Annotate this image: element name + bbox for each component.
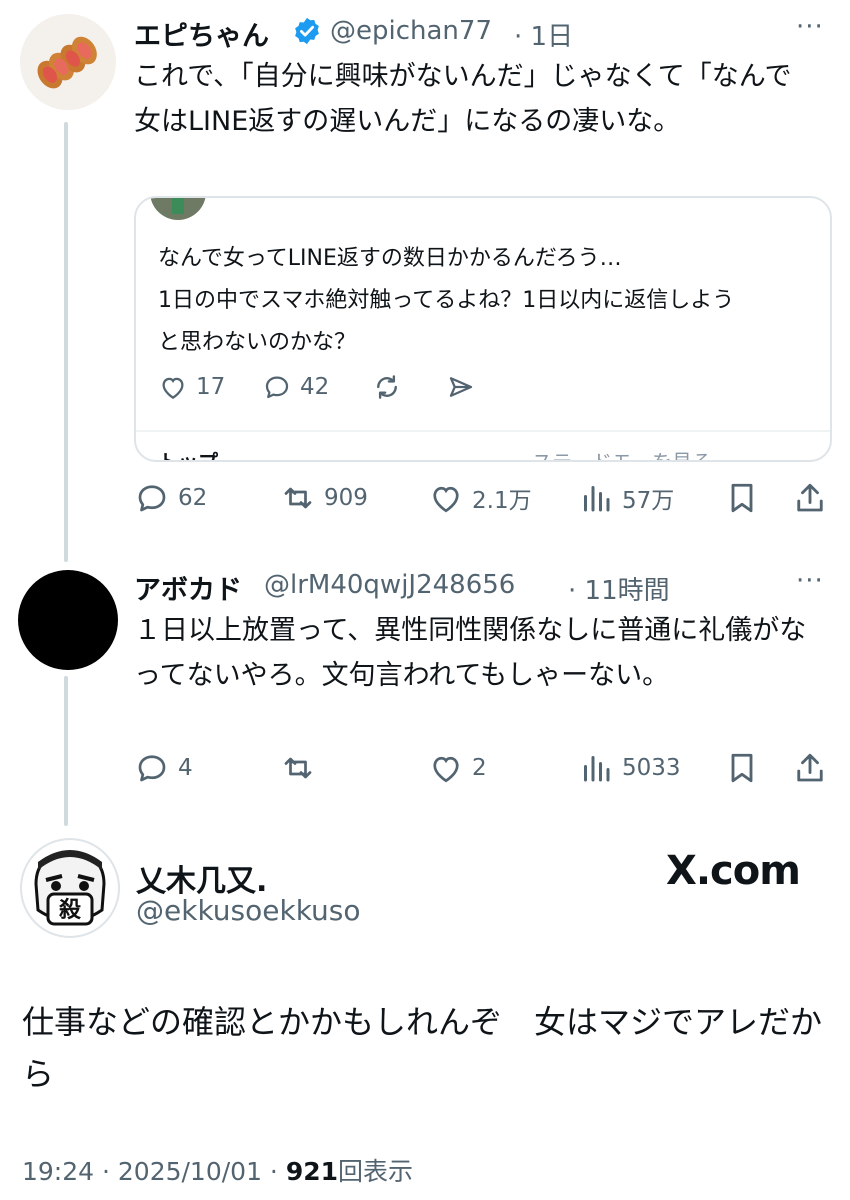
post-time[interactable]: · 1日 <box>514 16 573 53</box>
reply-icon <box>138 755 166 782</box>
bookmark-button[interactable] <box>724 750 760 786</box>
repost-icon <box>284 757 312 779</box>
reply-button[interactable]: 4 <box>134 750 193 786</box>
bread-avatar-icon <box>20 14 116 110</box>
share-icon <box>797 753 823 782</box>
thread-line-1 <box>64 122 68 562</box>
more-options-icon[interactable]: ··· <box>796 566 824 596</box>
bookmark-icon <box>731 753 753 783</box>
refresh-icon <box>377 375 397 399</box>
quoted-post-card[interactable]: なんで女ってLINE返すの数日かかるんだろう… 1日の中でスマホ絶対触ってるよね… <box>134 196 832 462</box>
like-button[interactable]: 2.1万 <box>428 480 532 516</box>
share-button[interactable] <box>792 480 828 516</box>
author-handle[interactable]: @epichan77 <box>330 16 492 46</box>
views-count: 5033 <box>622 755 681 781</box>
post-text: １日以上放置って、異性同性関係なしに普通に礼儀がなってないやろ。文句言われてもし… <box>134 615 807 691</box>
masked-face-avatar-icon: 殺 <box>34 850 106 926</box>
send-icon <box>449 377 473 397</box>
bookmark-button[interactable] <box>724 480 760 516</box>
bookmark-icon <box>731 483 753 513</box>
more-options-icon[interactable]: ··· <box>796 12 824 42</box>
view-count: 921 <box>285 1157 339 1186</box>
verified-badge-icon <box>292 16 322 50</box>
post-timestamp[interactable]: 19:24 · 2025/10/01 · <box>22 1157 286 1186</box>
share-button[interactable] <box>792 750 828 786</box>
author-name[interactable]: アボカド <box>134 568 242 607</box>
views-count: 57万 <box>622 488 675 514</box>
repost-icon <box>284 487 312 509</box>
avatar-avocado[interactable] <box>18 570 118 670</box>
heart-icon <box>433 756 459 783</box>
post-text: 仕事などの確認とかかもしれんぞ 女はマジでアレだから <box>22 1003 823 1093</box>
repost-button[interactable]: 909 <box>280 480 368 516</box>
quoted-divider <box>136 430 830 432</box>
quoted-repost-button[interactable] <box>372 372 402 402</box>
quoted-line-2: 1日の中でスマホ絶対触ってるよね？1日以内に返信しよう <box>158 288 735 313</box>
quoted-cut-left-text: トップ <box>158 450 218 462</box>
like-button[interactable]: 2 <box>428 750 487 786</box>
quoted-post-text: なんで女ってLINE返すの数日かかるんだろう… 1日の中でスマホ絶対触ってるよね… <box>158 238 734 364</box>
reply-count: 4 <box>178 755 193 781</box>
view-count-label: 回表示 <box>338 1157 414 1186</box>
like-count: 2.1万 <box>472 488 532 514</box>
author-handle[interactable]: @lrM40qwjJ248656 <box>264 570 515 600</box>
repost-button[interactable] <box>280 750 324 786</box>
repost-count: 909 <box>324 485 368 511</box>
reply-count: 62 <box>178 485 208 511</box>
like-count: 2 <box>472 755 487 781</box>
heart-icon <box>162 377 184 399</box>
quoted-reply-count: 42 <box>300 374 330 400</box>
author-handle[interactable]: @ekkusoekkuso <box>136 894 361 927</box>
post-meta: 19:24 · 2025/10/01 · 921回表示 <box>22 1152 413 1188</box>
quoted-like-button[interactable]: 17 <box>158 372 225 402</box>
post-time[interactable]: · 11時間 <box>568 570 670 607</box>
post-text: これで、「自分に興味がないんだ」じゃなくて「なんで女はLINE返すの遅いんだ」に… <box>134 61 792 137</box>
quoted-line-1: なんで女ってLINE返すの数日かかるんだろう… <box>158 246 622 271</box>
thread-line-2 <box>64 676 68 826</box>
quoted-send-button[interactable] <box>446 372 476 402</box>
quoted-line-3: と思わないのかな？ <box>158 330 357 355</box>
avatar-ekkusoekkuso[interactable]: 殺 <box>20 838 120 938</box>
quoted-cut-right-text: ステ…ドモ…を見る <box>532 450 712 462</box>
heart-icon <box>433 486 459 513</box>
quoted-avatar[interactable] <box>150 198 206 220</box>
views-button[interactable]: 57万 <box>578 480 674 516</box>
reply-button[interactable]: 62 <box>134 480 207 516</box>
x-logo-icon: X.com <box>666 848 801 894</box>
views-button[interactable]: 5033 <box>578 750 681 786</box>
reply-icon <box>138 485 166 512</box>
author-name[interactable]: エピちゃん <box>134 14 269 53</box>
quoted-reply-button[interactable]: 42 <box>262 372 329 402</box>
quoted-like-count: 17 <box>196 374 226 400</box>
views-chart-icon <box>584 756 610 782</box>
share-icon <box>797 483 823 512</box>
avatar-epichan[interactable] <box>20 14 116 110</box>
reply-icon <box>265 376 289 399</box>
mask-char: 殺 <box>59 897 82 923</box>
views-chart-icon <box>584 486 610 512</box>
